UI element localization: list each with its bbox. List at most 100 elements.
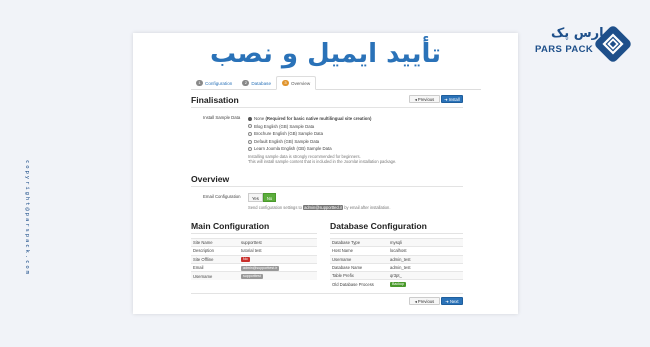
row-value: supporttest (239, 237, 317, 247)
page-title: تأیید ایمیل و نصب (209, 39, 442, 69)
email-config-help: Send configuration settings to admin@sup… (248, 205, 391, 211)
previous-button-top[interactable]: ◂ Previous (409, 95, 440, 103)
previous-button-bottom[interactable]: ◂ Previous (409, 297, 440, 305)
sample-option-blog[interactable]: Blog English (GB) Sample Data (248, 123, 371, 131)
brand-logo: پارس پک PARS PACK (535, 26, 635, 62)
tab-step-number: 3 (282, 80, 289, 86)
sample-option-brochure[interactable]: Brochure English (GB) Sample Data (248, 130, 371, 138)
row-label: Host Name (330, 246, 388, 256)
row-label: Database Type (330, 237, 388, 247)
email-config-yes[interactable]: Yes (248, 193, 263, 202)
option-label: Default English (GB) Sample Data (254, 138, 320, 144)
table-row: Site Offline No (191, 254, 317, 264)
install-button[interactable]: ➜ Install (441, 95, 463, 103)
help-line: This will install sample content that is… (248, 159, 397, 165)
tab-step-number: 1 (196, 80, 203, 86)
database-config-table: Database Type mysqli Host Name localhost U… (330, 237, 463, 289)
value-badge: admin@supporttest.ir (241, 265, 280, 271)
status-badge: No (241, 257, 250, 263)
database-config-heading: Database Configuration (330, 221, 427, 231)
option-label: Blog English (GB) Sample Data (254, 123, 315, 129)
tab-overview[interactable]: 3 Overview (276, 76, 317, 90)
radio-icon[interactable] (248, 131, 252, 136)
table-row: Username admin_test (330, 254, 463, 264)
button-label: Next (449, 298, 459, 304)
parspack-logo-icon (595, 26, 631, 62)
copyright-text: copyright@parspack.com (24, 160, 30, 276)
table-row: Host Name localhost (330, 246, 463, 256)
sample-data-label: Install Sample Data (203, 115, 241, 120)
main-config-heading: Main Configuration (191, 221, 270, 231)
row-label: Username (330, 254, 388, 264)
row-label: Email (191, 262, 239, 272)
sample-option-default[interactable]: Default English (GB) Sample Data (248, 138, 371, 146)
row-label: Username (191, 271, 239, 280)
row-value: admin_test (388, 262, 463, 272)
table-row: Username supporttest (191, 271, 317, 280)
step-tabs: 1 Configuration 2 Database 3 Overview (191, 76, 481, 90)
row-label: Site Offline (191, 254, 239, 264)
row-value: tutorial test (239, 246, 317, 256)
row-label: Old Database Process (330, 279, 388, 289)
radio-icon[interactable] (248, 147, 252, 152)
row-value: admin_test (388, 254, 463, 264)
table-row: Database Name admin_test (330, 262, 463, 272)
divider (330, 233, 463, 234)
radio-icon[interactable] (248, 139, 252, 144)
sample-option-learn[interactable]: Learn Joomla English (GB) Sample Data (248, 145, 371, 153)
divider (191, 293, 463, 294)
finalisation-heading: Finalisation (191, 95, 239, 105)
tab-configuration[interactable]: 1 Configuration (191, 76, 237, 90)
divider (191, 233, 317, 234)
divider (191, 186, 463, 187)
option-label: Brochure English (GB) Sample Data (254, 131, 324, 137)
tab-label: Database (251, 80, 271, 86)
option-label: None (254, 116, 266, 121)
sample-data-help: Installing sample data is strongly recom… (248, 154, 396, 165)
tab-label: Overview (291, 80, 311, 86)
row-value: localhost (388, 246, 463, 256)
table-row: Email admin@supporttest.ir (191, 262, 317, 272)
brand-name: PARS PACK (535, 44, 594, 55)
overview-heading: Overview (191, 174, 230, 184)
table-row: Table Prefix qr3pt_ (330, 271, 463, 280)
row-value: qr3pt_ (388, 271, 463, 280)
sample-option-none[interactable]: None (Required for basic native multilin… (248, 115, 371, 123)
row-label: Description (191, 246, 239, 256)
button-label: Install (448, 96, 460, 102)
arrow-left-icon: ◂ (414, 298, 417, 304)
email-config-label: Email Configuration (203, 194, 241, 199)
table-row: Old Database Process Backup (330, 279, 463, 289)
status-badge: Backup (390, 282, 406, 288)
installer-window: تأیید ایمیل و نصب 1 Configuration 2 Data… (133, 33, 518, 314)
row-label: Table Prefix (330, 271, 388, 280)
help-text: Send configuration settings to (248, 205, 302, 210)
row-label: Site Name (191, 237, 239, 247)
next-button[interactable]: ➜ Next (441, 297, 463, 305)
table-row: Database Type mysqli (330, 237, 463, 247)
radio-icon[interactable] (248, 116, 252, 121)
email-chip: admin@supportted.ir (303, 205, 344, 211)
arrow-right-icon: ➜ (445, 298, 449, 304)
option-label: Learn Joomla English (GB) Sample Data (254, 146, 332, 152)
email-config-toggle: Yes No (248, 193, 277, 202)
option-note: (Required for basic native multilingual … (265, 116, 372, 121)
value-badge: supporttest (241, 274, 263, 280)
tab-label: Configuration (205, 80, 233, 86)
button-label: Previous (417, 96, 435, 102)
table-row: Description tutorial test (191, 246, 317, 256)
divider (191, 107, 463, 108)
button-label: Previous (417, 298, 435, 304)
main-config-table: Site Name supporttest Description tutorial… (191, 237, 317, 280)
row-label: Database Name (330, 262, 388, 272)
email-config-no[interactable]: No (262, 193, 277, 202)
radio-icon[interactable] (248, 124, 252, 129)
arrow-right-icon: ➜ (444, 96, 448, 102)
table-row: Site Name supporttest (191, 237, 317, 247)
sample-data-options: None (Required for basic native multilin… (248, 115, 371, 153)
tab-step-number: 2 (242, 80, 250, 86)
arrow-left-icon: ◂ (414, 96, 417, 102)
help-text: by email after installation. (344, 205, 391, 210)
row-value: mysqli (388, 237, 463, 247)
tab-database[interactable]: 2 Database (237, 76, 276, 90)
